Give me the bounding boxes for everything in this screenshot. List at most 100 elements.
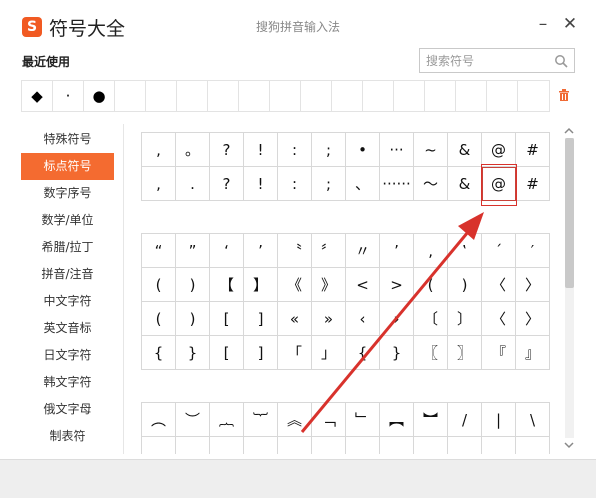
symbol-cell[interactable]: # — [515, 132, 550, 167]
category-item[interactable]: 中文字符 — [21, 288, 114, 315]
symbol-cell[interactable]: ‚ — [413, 233, 448, 268]
symbol-cell[interactable]: ( — [413, 267, 448, 302]
symbol-cell[interactable]: | — [481, 402, 516, 437]
symbol-cell[interactable] — [209, 436, 244, 454]
symbol-cell[interactable] — [515, 436, 550, 454]
symbol-cell[interactable]: 【 — [209, 267, 244, 302]
symbol-cell[interactable]: : — [277, 132, 312, 167]
symbol-cell[interactable]: › — [379, 301, 414, 336]
scrollbar-thumb[interactable] — [565, 138, 574, 288]
recent-symbol-cell[interactable] — [394, 81, 425, 111]
symbol-cell[interactable]: ’ — [379, 233, 414, 268]
symbol-cell[interactable] — [311, 436, 346, 454]
symbol-cell[interactable]: , — [141, 166, 176, 201]
symbol-cell[interactable]: ︶ — [175, 402, 210, 437]
category-item[interactable]: 日文字符 — [21, 342, 114, 369]
category-item[interactable]: 英文音标 — [21, 315, 114, 342]
symbol-cell[interactable]: } — [175, 335, 210, 370]
symbol-cell[interactable] — [141, 436, 176, 454]
category-item[interactable]: 制表符 — [21, 423, 114, 450]
symbol-cell[interactable] — [379, 436, 414, 454]
category-item[interactable]: 韩文字符 — [21, 369, 114, 396]
symbol-cell[interactable]: 〞 — [311, 233, 346, 268]
recent-symbol-cell[interactable] — [332, 81, 363, 111]
symbol-cell[interactable]: 〜 — [413, 166, 448, 201]
symbol-cell[interactable]: ︷ — [209, 402, 244, 437]
symbol-cell[interactable]: ······ — [379, 166, 414, 201]
symbol-cell[interactable]: : — [277, 166, 312, 201]
symbol-cell[interactable]: 〃 — [345, 233, 380, 268]
symbol-cell[interactable]: ; — [311, 166, 346, 201]
recent-symbol-cell[interactable] — [518, 81, 549, 111]
symbol-cell[interactable] — [345, 436, 380, 454]
symbol-cell[interactable]: 〝 — [277, 233, 312, 268]
symbol-cell[interactable]: ︻ — [379, 402, 414, 437]
symbol-cell[interactable]: ′ — [515, 233, 550, 268]
scroll-up-icon[interactable] — [563, 126, 575, 136]
symbol-cell[interactable]: 〈 — [481, 267, 516, 302]
recent-symbol-cell[interactable]: ● — [84, 81, 115, 111]
symbol-cell[interactable]: ( — [141, 267, 176, 302]
symbol-cell[interactable]: 】 — [243, 267, 278, 302]
symbol-cell[interactable]: 」 — [311, 335, 346, 370]
symbol-cell[interactable]: ︵ — [141, 402, 176, 437]
symbol-cell[interactable]: , — [141, 132, 176, 167]
category-item[interactable]: 拼音/注音 — [21, 261, 114, 288]
symbol-cell[interactable]: ? — [209, 166, 244, 201]
recent-symbol-cell[interactable] — [301, 81, 332, 111]
symbol-cell[interactable]: ´ — [481, 233, 516, 268]
scroll-down-icon[interactable] — [563, 440, 575, 450]
symbol-cell[interactable]: 《 — [277, 267, 312, 302]
recent-symbol-cell[interactable]: ◆ — [22, 81, 53, 111]
symbol-cell[interactable]: { — [345, 335, 380, 370]
symbol-cell[interactable]: 。 — [175, 132, 210, 167]
symbol-cell[interactable]: ? — [209, 132, 244, 167]
symbol-cell[interactable]: ; — [311, 132, 346, 167]
symbol-cell[interactable]: > — [379, 267, 414, 302]
symbol-cell[interactable]: \ — [515, 402, 550, 437]
symbol-cell[interactable] — [413, 436, 448, 454]
search-input[interactable] — [426, 52, 550, 69]
recent-symbol-cell[interactable] — [456, 81, 487, 111]
symbol-cell[interactable]: 〖 — [413, 335, 448, 370]
category-item[interactable]: 标点符号 — [21, 153, 114, 180]
category-item[interactable]: 特殊符号 — [21, 126, 114, 153]
symbol-cell[interactable]: 〈 — [481, 301, 516, 336]
recent-symbol-cell[interactable]: · — [53, 81, 84, 111]
symbol-cell[interactable]: ) — [175, 301, 210, 336]
symbol-cell[interactable]: ] — [243, 335, 278, 370]
symbol-cell[interactable]: ” — [175, 233, 210, 268]
symbol-cell[interactable]: ﹂ — [345, 402, 380, 437]
recent-symbol-cell[interactable] — [177, 81, 208, 111]
symbol-cell[interactable]: ‛ — [447, 233, 482, 268]
symbol-cell[interactable]: 》 — [311, 267, 346, 302]
recent-symbol-cell[interactable] — [270, 81, 301, 111]
symbol-cell[interactable]: ︽ — [277, 402, 312, 437]
category-item[interactable]: 希腊/拉丁 — [21, 234, 114, 261]
symbol-cell[interactable]: 「 — [277, 335, 312, 370]
symbol-cell[interactable]: « — [277, 301, 312, 336]
symbol-cell[interactable]: ’ — [243, 233, 278, 268]
symbol-cell[interactable]: “ — [141, 233, 176, 268]
symbol-cell[interactable]: [ — [209, 335, 244, 370]
symbol-cell[interactable] — [481, 436, 516, 454]
symbol-cell[interactable]: 〔 — [413, 301, 448, 336]
symbol-cell[interactable] — [243, 436, 278, 454]
symbol-cell[interactable]: ) — [175, 267, 210, 302]
symbol-cell[interactable]: 『 — [481, 335, 516, 370]
recent-symbol-cell[interactable] — [239, 81, 270, 111]
category-item[interactable]: 俄文字母 — [21, 396, 114, 423]
symbol-cell[interactable]: ︼ — [413, 402, 448, 437]
symbol-cell[interactable]: / — [447, 402, 482, 437]
symbol-cell[interactable]: ‘ — [209, 233, 244, 268]
symbol-cell[interactable]: ( — [141, 301, 176, 336]
symbol-cell[interactable]: { — [141, 335, 176, 370]
symbol-cell[interactable]: ! — [243, 166, 278, 201]
symbol-cell[interactable] — [175, 436, 210, 454]
symbol-cell[interactable]: » — [311, 301, 346, 336]
symbol-cell[interactable]: 、 — [345, 166, 380, 201]
search-icon[interactable] — [554, 54, 568, 68]
recent-symbol-cell[interactable] — [363, 81, 394, 111]
close-button[interactable]: ✕ — [560, 13, 580, 35]
category-item[interactable]: 数字序号 — [21, 180, 114, 207]
